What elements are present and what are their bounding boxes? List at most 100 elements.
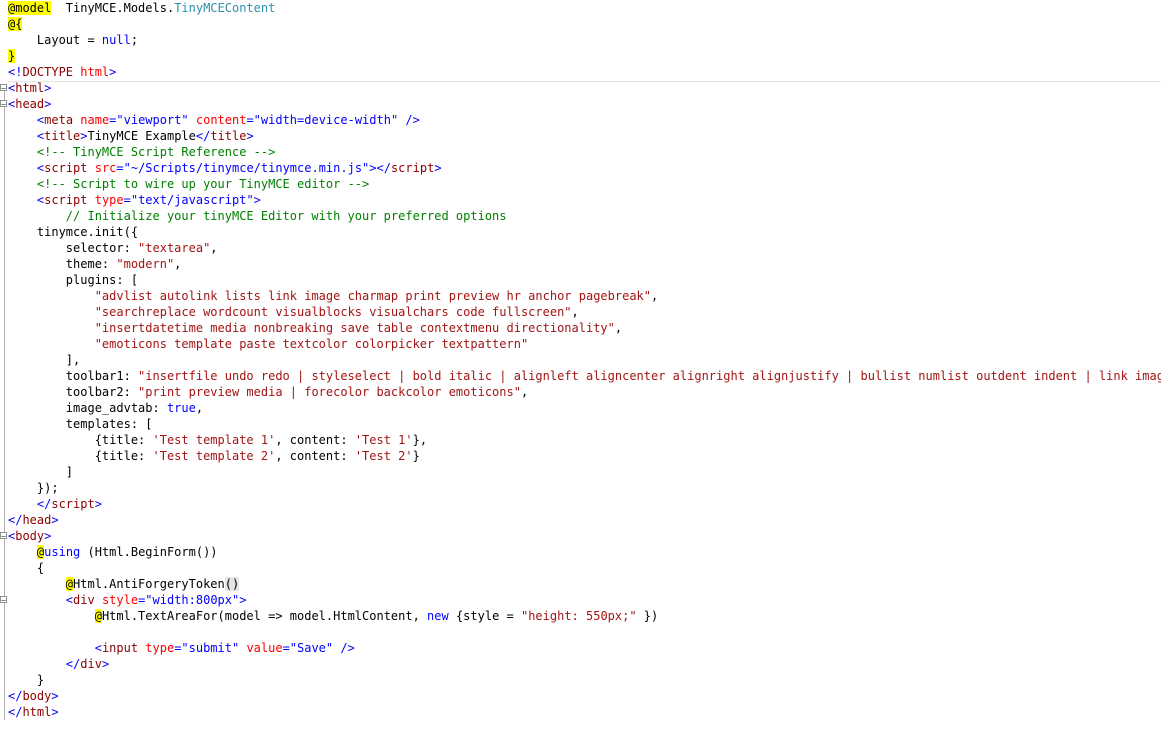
code-line[interactable]: theme: "modern", [8, 256, 182, 272]
code-token: DOCTYPE [22, 65, 74, 79]
code-token: > [94, 497, 102, 511]
code-token: TinyMCE Example [87, 129, 196, 143]
code-line[interactable]: "searchreplace wordcount visualblocks vi… [8, 304, 579, 320]
code-line[interactable]: toolbar2: "print preview media | forecol… [8, 384, 528, 400]
code-token: name [73, 113, 110, 127]
code-token: style [94, 593, 139, 607]
code-token: html [15, 81, 45, 95]
code-token: ="Save" /> [282, 641, 355, 655]
code-token: {style = [448, 609, 521, 623]
code-line[interactable]: Layout = null; [8, 32, 138, 48]
code-line[interactable]: } [8, 672, 44, 688]
code-line[interactable]: image_advtab: true, [8, 400, 203, 416]
code-line[interactable]: <!-- TinyMCE Script Reference --> [8, 144, 275, 160]
code-line[interactable]: <body> [8, 528, 51, 544]
code-line[interactable]: <html> [8, 80, 51, 96]
code-line[interactable]: @Html.AntiForgeryToken() [8, 576, 240, 592]
code-token: (Html.BeginForm()) [80, 545, 218, 559]
code-token: templates: [ [8, 417, 153, 431]
code-token: "searchreplace wordcount visualblocks vi… [94, 305, 572, 319]
outline-bar [4, 88, 5, 720]
code-line[interactable]: <script type="text/javascript"> [8, 192, 261, 208]
code-line[interactable]: ] [8, 464, 73, 480]
code-line[interactable]: } [8, 48, 16, 64]
code-token: "textarea" [138, 241, 211, 255]
code-token: toolbar1: [8, 369, 139, 383]
code-line[interactable]: </div> [8, 656, 109, 672]
collapse-html-icon[interactable]: − [0, 84, 7, 93]
code-line[interactable]: {title: 'Test template 1', content: 'Tes… [8, 432, 427, 448]
collapse-body-icon[interactable]: − [0, 532, 7, 541]
code-token: , content: [275, 449, 355, 463]
code-line[interactable]: toolbar1: "insertfile undo redo | styles… [8, 368, 1161, 384]
code-token: ="submit" [174, 641, 247, 655]
code-token: type [87, 193, 124, 207]
code-token: 'Test template 1' [152, 433, 276, 447]
code-token: using [44, 545, 81, 559]
code-token: toolbar2: [8, 385, 139, 399]
code-token: { [8, 561, 45, 575]
code-line[interactable]: selector: "textarea", [8, 240, 218, 256]
code-token: > [51, 689, 59, 703]
code-line[interactable]: <input type="submit" value="Save" /> [8, 640, 355, 656]
code-line[interactable]: "advlist autolink lists link image charm… [8, 288, 659, 304]
code-line[interactable]: "emoticons template paste textcolor colo… [8, 336, 528, 352]
code-line[interactable]: plugins: [ [8, 272, 138, 288]
code-token: "insertdatetime media nonbreaking save t… [94, 321, 615, 335]
code-token: theme: [8, 257, 117, 271]
code-token: > [51, 705, 59, 719]
code-token: ="viewport" [109, 113, 196, 127]
code-token: , [520, 385, 529, 399]
code-token: Html.TextAreaFor(model => model.HtmlCont… [101, 609, 428, 623]
code-token: html [22, 705, 52, 719]
code-line[interactable]: }); [8, 480, 59, 496]
code-line[interactable]: <script src="~/Scripts/tinymce/tinymce.m… [8, 160, 442, 176]
code-line[interactable]: <div style="width:800px"> [8, 592, 247, 608]
code-line[interactable]: templates: [ [8, 416, 153, 432]
code-token: "modern" [116, 257, 175, 271]
code-line[interactable]: {title: 'Test template 2', content: 'Tes… [8, 448, 420, 464]
code-token: < [65, 593, 74, 607]
code-line[interactable]: @model TinyMCE.Models.TinyMCEContent [8, 0, 275, 16]
code-line[interactable]: </head> [8, 512, 59, 528]
code-line[interactable]: <title>TinyMCE Example</title> [8, 128, 254, 144]
code-token: > [44, 529, 52, 543]
code-token: </ [376, 161, 391, 175]
code-line[interactable]: // Initialize your tinyMCE Editor with y… [8, 208, 507, 224]
code-line[interactable]: <head> [8, 96, 51, 112]
code-line[interactable]: @Html.TextAreaFor(model => model.HtmlCon… [8, 608, 658, 624]
code-token: ="~/Scripts/tinymce/tinymce.min.js"> [116, 161, 377, 175]
collapse-div-icon[interactable]: − [0, 596, 7, 605]
code-line[interactable]: @{ [8, 16, 23, 32]
code-token: content [195, 113, 247, 127]
code-token: } [8, 673, 45, 687]
code-token: > [109, 65, 117, 79]
code-line[interactable] [8, 624, 15, 640]
code-line[interactable]: { [8, 560, 44, 576]
code-line[interactable]: <meta name="viewport" content="width=dev… [8, 112, 420, 128]
code-line[interactable]: </html> [8, 704, 59, 720]
code-line[interactable]: <!DOCTYPE html> [8, 64, 116, 80]
code-line[interactable]: </script> [8, 496, 102, 512]
collapse-head-icon[interactable]: − [0, 100, 7, 109]
code-token: </ [8, 689, 23, 703]
code-line[interactable]: @using (Html.BeginForm()) [8, 544, 218, 560]
code-line[interactable]: "insertdatetime media nonbreaking save t… [8, 320, 622, 336]
code-line[interactable]: </body> [8, 688, 59, 704]
code-token: {title: [8, 449, 153, 463]
code-token: > [44, 97, 52, 111]
code-line[interactable]: tinymce.init({ [8, 224, 138, 240]
code-token: , [651, 289, 659, 303]
code-token: "print preview media | forecolor backcol… [138, 385, 521, 399]
code-token: } [412, 449, 420, 463]
code-line[interactable]: <!-- Script to wire up your TinyMCE edit… [8, 176, 369, 192]
code-token: Html.AntiForgeryToken [73, 577, 225, 591]
code-token: TinyMCEContent [174, 1, 276, 15]
code-editor[interactable]: − − − − @model TinyMCE.Models.TinyMCECon… [0, 0, 1161, 732]
code-line[interactable]: ], [8, 352, 80, 368]
